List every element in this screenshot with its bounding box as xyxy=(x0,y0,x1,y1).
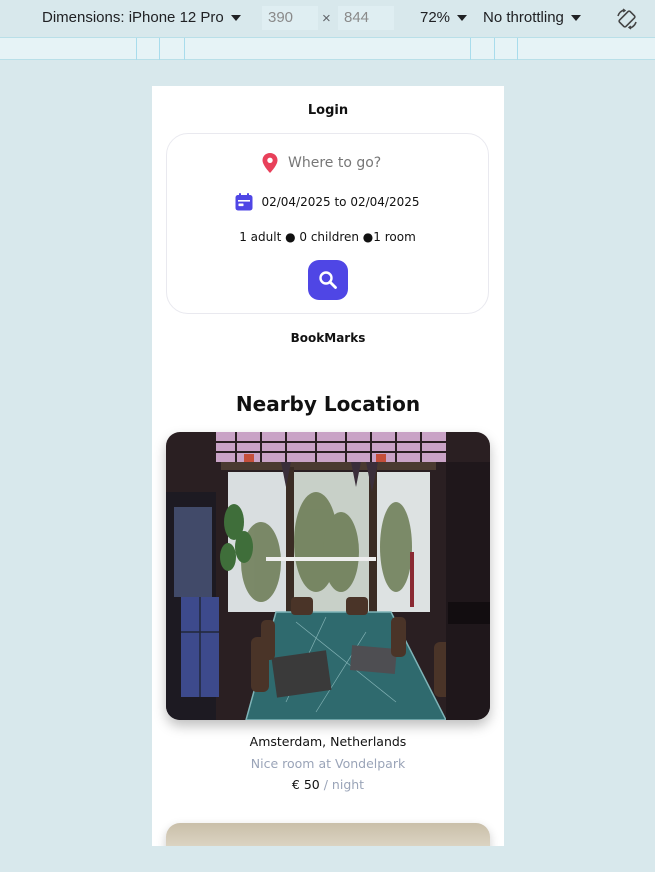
height-input[interactable]: 844 xyxy=(338,6,394,30)
zoom-label: 72% xyxy=(420,9,451,26)
section-title: Nearby Location xyxy=(235,392,421,416)
search-button[interactable] xyxy=(308,260,348,300)
date-from: 02/04/2025 xyxy=(261,195,331,209)
device-select[interactable]: Dimensions: iPhone 12 Pro xyxy=(42,9,241,26)
map-pin-icon xyxy=(262,153,278,173)
phone-viewport: Login 02/04/2025 to 02/04/2025 1 a xyxy=(152,86,504,846)
caret-down-icon xyxy=(230,15,241,22)
price-amount: € 50 xyxy=(291,777,320,792)
device-label: Dimensions: iPhone 12 Pro xyxy=(42,9,224,26)
calendar-icon xyxy=(235,193,253,211)
zoom-select[interactable]: 72% xyxy=(420,9,468,26)
date-to-word: to xyxy=(334,195,347,209)
rotate-icon[interactable] xyxy=(615,7,639,31)
date-range[interactable]: 02/04/2025 to 02/04/2025 xyxy=(167,193,488,211)
times-sign: × xyxy=(322,10,331,27)
destination-row xyxy=(167,153,488,173)
listing-image[interactable] xyxy=(166,432,490,720)
date-to: 02/04/2025 xyxy=(350,195,420,209)
login-link[interactable]: Login xyxy=(152,103,504,118)
media-query-ruler xyxy=(0,37,655,60)
throttling-label: No throttling xyxy=(483,9,564,26)
price-per: / night xyxy=(323,777,365,792)
destination-input[interactable] xyxy=(288,155,393,171)
caret-down-icon xyxy=(457,15,468,22)
guests-selector[interactable]: 1 adult ● 0 children ●1 room xyxy=(167,230,488,244)
listing-description: Nice room at Vondelpark xyxy=(250,756,406,771)
search-card: 02/04/2025 to 02/04/2025 1 adult ● 0 chi… xyxy=(166,133,489,314)
search-icon xyxy=(319,271,337,289)
bookmarks-link[interactable]: BookMarks xyxy=(152,331,504,345)
listing-image-next[interactable] xyxy=(166,823,490,846)
width-input[interactable]: 390 xyxy=(262,6,318,30)
caret-down-icon xyxy=(570,15,581,22)
listing-price: € 50 / night xyxy=(152,777,504,792)
throttling-select[interactable]: No throttling xyxy=(483,9,581,26)
listing-location: Amsterdam, Netherlands xyxy=(249,734,407,749)
devtools-toolbar: Dimensions: iPhone 12 Pro 390 × 844 72% … xyxy=(0,0,655,37)
